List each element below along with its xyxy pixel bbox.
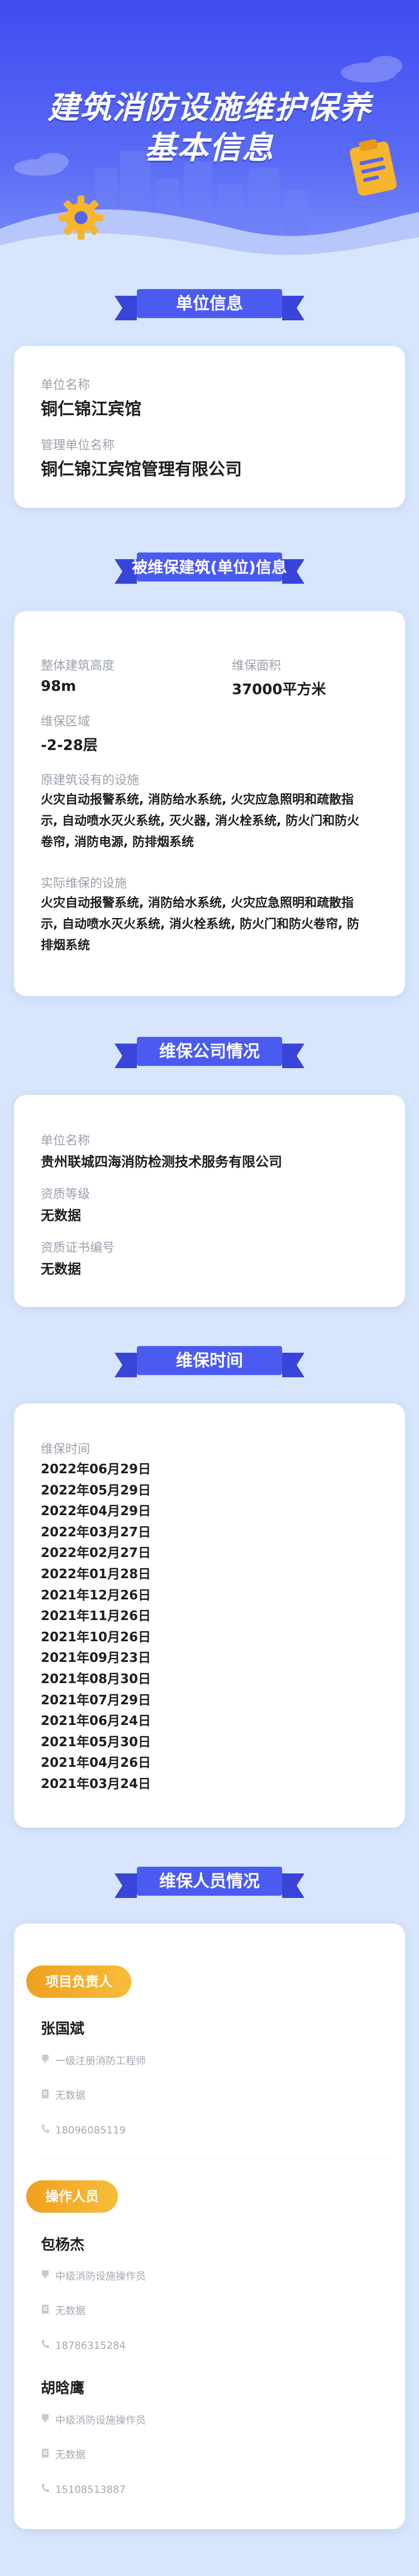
phone-icon (41, 2338, 55, 2354)
section-title: 维保公司情况 (159, 1042, 260, 1061)
operator-cert-row: 无数据 (41, 2303, 85, 2320)
operator-phone[interactable]: 18786315284 (55, 2340, 126, 2352)
lead-phone[interactable]: 18096085119 (55, 2125, 126, 2136)
qualification-level-value: 无数据 (41, 1208, 81, 1223)
list-item: 2021年11月26日 (41, 1609, 151, 1624)
operator-title-row: 中级消防设施操作员 (41, 2269, 146, 2285)
original-facilities-label: 原建筑设有的设施 (41, 773, 140, 787)
section-header-company: 维保公司情况 (0, 1031, 419, 1076)
actual-facilities-label: 实际维保的设施 (41, 877, 127, 891)
certificate-icon (41, 2053, 55, 2070)
clipboard-icon (350, 139, 397, 196)
area-label: 维保面积 (232, 659, 282, 673)
list-item: 2021年07月29日 (41, 1693, 151, 1708)
operator-name: 包杨杰 (41, 2237, 85, 2253)
operator-phone[interactable]: 15108513887 (55, 2484, 126, 2496)
lead-phone-row[interactable]: 18096085119 (41, 2122, 126, 2139)
list-item: 2022年05月29日 (41, 1483, 151, 1498)
list-item: 2022年03月27日 (41, 1525, 151, 1540)
hero-title-line1: 建筑消防设施维护保养 (47, 90, 372, 126)
list-item: 2022年04月29日 (41, 1504, 151, 1519)
lead-cert: 无数据 (55, 2090, 85, 2102)
list-item: 2022年06月29日 (41, 1462, 151, 1477)
operator-cert-row: 无数据 (41, 2447, 85, 2464)
operator-phone-row[interactable]: 18786315284 (41, 2338, 126, 2354)
maintenance-time-label: 维保时间 (41, 1443, 91, 1457)
height-value: 98m (41, 678, 77, 695)
unit-name-label: 单位名称 (41, 378, 91, 392)
region-value: -2-28层 (41, 737, 98, 754)
staff-info-card: 项目负责人 张国斌 一级注册消防工程师 无数据 18096085119 操作人员… (14, 1924, 405, 2529)
phone-icon (41, 2122, 55, 2139)
manager-value: 铜仁锦江宾馆管理有限公司 (41, 460, 242, 479)
list-item: 2021年04月26日 (41, 1756, 151, 1771)
certificate-number-value: 无数据 (41, 1261, 81, 1277)
unit-info-card: 单位名称 铜仁锦江宾馆 管理单位名称 铜仁锦江宾馆管理有限公司 (14, 346, 405, 508)
qualification-level-label: 资质等级 (41, 1188, 91, 1202)
operator-cert: 无数据 (55, 2449, 85, 2461)
section-header-unit: 单位信息 (0, 283, 419, 328)
list-item: 2021年08月30日 (41, 1671, 151, 1686)
list-item: 2021年09月23日 (41, 1651, 151, 1666)
list-item: 2021年10月26日 (41, 1630, 151, 1645)
lead-title-row: 一级注册消防工程师 (41, 2053, 146, 2070)
original-facilities-value: 火灾自动报警系统, 消防给水系统, 火灾应急照明和疏散指 示, 自动喷水灭火系统… (41, 793, 360, 849)
list-item: 2021年03月24日 (41, 1776, 151, 1791)
hero-header: 建筑消防设施维护保养 基本信息 (0, 0, 419, 273)
section-header-building: 被维保建筑(单位)信息 (0, 547, 419, 592)
certificate-number-label: 资质证书编号 (41, 1241, 115, 1255)
operator-name: 胡晗鹰 (41, 2380, 85, 2397)
list-item: 2021年06月24日 (41, 1714, 151, 1729)
company-name-label: 单位名称 (41, 1134, 91, 1148)
operator-tag: 操作人员 (26, 2180, 118, 2213)
list-item: 2022年02月27日 (41, 1546, 151, 1561)
operator-title-row: 中级消防设施操作员 (41, 2412, 146, 2429)
region-label: 维保区域 (41, 715, 91, 729)
unit-name-value: 铜仁锦江宾馆 (41, 400, 141, 419)
section-header-staff: 维保人员情况 (0, 1861, 419, 1906)
lead-cert-row: 无数据 (41, 2088, 85, 2104)
maintenance-time-card: 维保时间 2022年06月29日 2022年05月29日 2022年04月29日… (14, 1404, 405, 1828)
operator-cert: 无数据 (55, 2305, 85, 2317)
document-icon (41, 2088, 55, 2104)
document-icon (41, 2447, 55, 2464)
building-info-card: 整体建筑高度 98m 维保面积 37000平方米 维保区域 -2-28层 原建筑… (14, 611, 405, 996)
certificate-icon (41, 2269, 55, 2285)
actual-facilities-value: 火灾自动报警系统, 消防给水系统, 火灾应急照明和疏散指 示, 自动喷水灭火系统… (41, 896, 360, 953)
company-name-value: 贵州联城四海消防检测技术服务有限公司 (41, 1154, 282, 1170)
section-title: 单位信息 (176, 294, 243, 314)
divider (41, 2158, 393, 2159)
phone-icon (41, 2482, 55, 2498)
list-item: 2021年12月26日 (41, 1588, 151, 1603)
gear-icon (59, 195, 103, 240)
manager-label: 管理单位名称 (41, 439, 115, 453)
project-lead-tag: 项目负责人 (26, 1965, 131, 1998)
height-label: 整体建筑高度 (41, 659, 115, 673)
section-title: 被维保建筑(单位)信息 (132, 558, 287, 576)
lead-name: 张国斌 (41, 2021, 85, 2037)
operator-title: 中级消防设施操作员 (55, 2271, 146, 2282)
company-info-card: 单位名称 贵州联城四海消防检测技术服务有限公司 资质等级 无数据 资质证书编号 … (14, 1095, 405, 1307)
list-item: 2021年05月30日 (41, 1734, 151, 1750)
lead-title: 一级注册消防工程师 (55, 2055, 146, 2067)
certificate-icon (41, 2412, 55, 2429)
area-value: 37000平方米 (232, 681, 326, 698)
section-header-time: 维保时间 (0, 1340, 419, 1385)
list-item: 2022年01月28日 (41, 1566, 151, 1582)
section-title: 维保人员情况 (159, 1872, 260, 1891)
date-list: 2022年06月29日 2022年05月29日 2022年04月29日 2022… (41, 1459, 151, 1795)
operator-title: 中级消防设施操作员 (55, 2415, 146, 2426)
operator-phone-row[interactable]: 15108513887 (41, 2482, 126, 2498)
document-icon (41, 2303, 55, 2320)
section-title: 维保时间 (176, 1351, 243, 1371)
